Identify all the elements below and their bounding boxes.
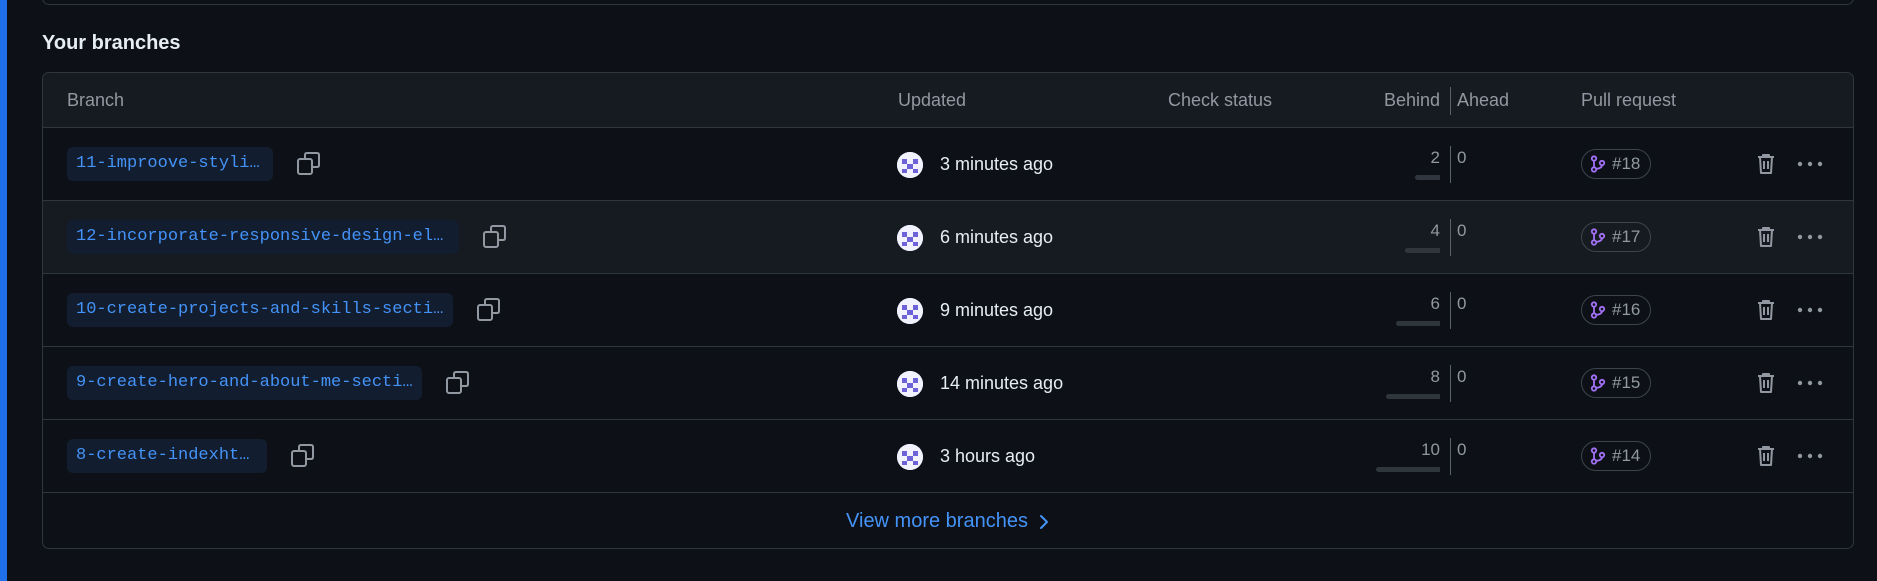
kebab-horizontal-icon[interactable] bbox=[1795, 298, 1825, 322]
pull-request-badge[interactable]: #16 bbox=[1581, 295, 1652, 325]
updated-time: 14 minutes ago bbox=[940, 373, 1064, 393]
previous-section-box bbox=[42, 0, 1854, 5]
behind-count: 2 bbox=[1430, 148, 1440, 167]
column-branch: Branch bbox=[67, 90, 125, 110]
table-row: 10-create-projects-and-skills-section 9 … bbox=[43, 274, 1853, 347]
view-more-footer: View more branches bbox=[43, 494, 1853, 548]
pull-request-number: #17 bbox=[1612, 227, 1641, 246]
view-more-branches-link[interactable]: View more branches bbox=[846, 510, 1028, 533]
pull-request-number: #16 bbox=[1612, 300, 1641, 319]
column-check-status: Check status bbox=[1168, 90, 1273, 110]
branch-name-link[interactable]: 10-create-projects-and-skills-section bbox=[67, 293, 453, 327]
ahead-count: 0 bbox=[1457, 440, 1467, 459]
git-pull-request-icon bbox=[1590, 301, 1606, 319]
branch-name-link[interactable]: 12-incorporate-responsive-design-ele… bbox=[67, 220, 459, 254]
ahead-count: 0 bbox=[1457, 221, 1467, 240]
avatar[interactable] bbox=[897, 444, 923, 470]
copy-icon[interactable] bbox=[295, 150, 323, 178]
trash-icon[interactable] bbox=[1755, 444, 1777, 468]
avatar[interactable] bbox=[897, 225, 923, 251]
copy-icon[interactable] bbox=[481, 223, 509, 251]
branch-name-link[interactable]: 9-create-hero-and-about-me-section bbox=[67, 366, 422, 400]
pull-request-badge[interactable]: #14 bbox=[1581, 441, 1652, 471]
column-updated: Updated bbox=[898, 90, 967, 110]
column-ahead: Ahead bbox=[1457, 90, 1510, 110]
behind-ahead-divider bbox=[1450, 365, 1451, 402]
branch-name-link[interactable]: 8-create-indexhtml bbox=[67, 439, 267, 473]
behind-count: 6 bbox=[1430, 294, 1440, 313]
pull-request-badge[interactable]: #18 bbox=[1581, 149, 1652, 179]
behind-bar bbox=[1386, 394, 1440, 399]
ahead-count: 0 bbox=[1457, 367, 1467, 386]
updated-time: 3 minutes ago bbox=[940, 154, 1054, 174]
kebab-horizontal-icon[interactable] bbox=[1795, 225, 1825, 249]
trash-icon[interactable] bbox=[1755, 225, 1777, 249]
column-pull-request: Pull request bbox=[1581, 90, 1677, 110]
behind-ahead-divider bbox=[1450, 219, 1451, 256]
pull-request-badge[interactable]: #17 bbox=[1581, 222, 1652, 252]
table-header: Branch Updated Check status Behind Ahead… bbox=[43, 73, 1853, 128]
kebab-horizontal-icon[interactable] bbox=[1795, 371, 1825, 395]
git-pull-request-icon bbox=[1590, 374, 1606, 392]
behind-ahead-divider bbox=[1450, 87, 1451, 115]
behind-ahead-divider bbox=[1450, 146, 1451, 183]
updated-time: 6 minutes ago bbox=[940, 227, 1054, 247]
updated-time: 3 hours ago bbox=[940, 446, 1036, 466]
ahead-count: 0 bbox=[1457, 148, 1467, 167]
git-pull-request-icon bbox=[1590, 447, 1606, 465]
pull-request-number: #14 bbox=[1612, 446, 1641, 465]
behind-count: 8 bbox=[1430, 367, 1440, 386]
table-row: 12-incorporate-responsive-design-ele… 6 … bbox=[43, 201, 1853, 274]
behind-bar bbox=[1396, 321, 1440, 326]
copy-icon[interactable] bbox=[289, 442, 317, 470]
pull-request-number: #18 bbox=[1612, 154, 1641, 173]
kebab-horizontal-icon[interactable] bbox=[1795, 152, 1825, 176]
behind-ahead-divider bbox=[1450, 438, 1451, 475]
trash-icon[interactable] bbox=[1755, 152, 1777, 176]
branches-table: Branch Updated Check status Behind Ahead… bbox=[42, 72, 1854, 549]
column-behind: Behind bbox=[1383, 90, 1440, 110]
section-title: Your branches bbox=[42, 32, 181, 54]
kebab-horizontal-icon[interactable] bbox=[1795, 444, 1825, 468]
copy-icon[interactable] bbox=[475, 296, 503, 324]
git-pull-request-icon bbox=[1590, 155, 1606, 173]
behind-bar bbox=[1415, 175, 1440, 180]
table-row: 11-improove-styling 3 minutes ago 2 0 #1… bbox=[43, 128, 1853, 201]
table-row: 9-create-hero-and-about-me-section 14 mi… bbox=[43, 347, 1853, 420]
avatar[interactable] bbox=[897, 371, 923, 397]
ahead-count: 0 bbox=[1457, 294, 1467, 313]
behind-count: 10 bbox=[1421, 440, 1440, 459]
chevron-right-icon[interactable] bbox=[1038, 513, 1050, 531]
page-edge-accent bbox=[0, 0, 7, 581]
behind-bar bbox=[1376, 467, 1440, 472]
table-row: 8-create-indexhtml 3 hours ago 10 0 #14 bbox=[43, 420, 1853, 493]
behind-bar bbox=[1405, 248, 1440, 253]
trash-icon[interactable] bbox=[1755, 298, 1777, 322]
pull-request-badge[interactable]: #15 bbox=[1581, 368, 1652, 398]
avatar[interactable] bbox=[897, 152, 923, 178]
behind-ahead-divider bbox=[1450, 292, 1451, 329]
branch-name-link[interactable]: 11-improove-styling bbox=[67, 147, 273, 181]
copy-icon[interactable] bbox=[444, 369, 472, 397]
git-pull-request-icon bbox=[1590, 228, 1606, 246]
trash-icon[interactable] bbox=[1755, 371, 1777, 395]
updated-time: 9 minutes ago bbox=[940, 300, 1054, 320]
avatar[interactable] bbox=[897, 298, 923, 324]
behind-count: 4 bbox=[1430, 221, 1440, 240]
pull-request-number: #15 bbox=[1612, 373, 1641, 392]
